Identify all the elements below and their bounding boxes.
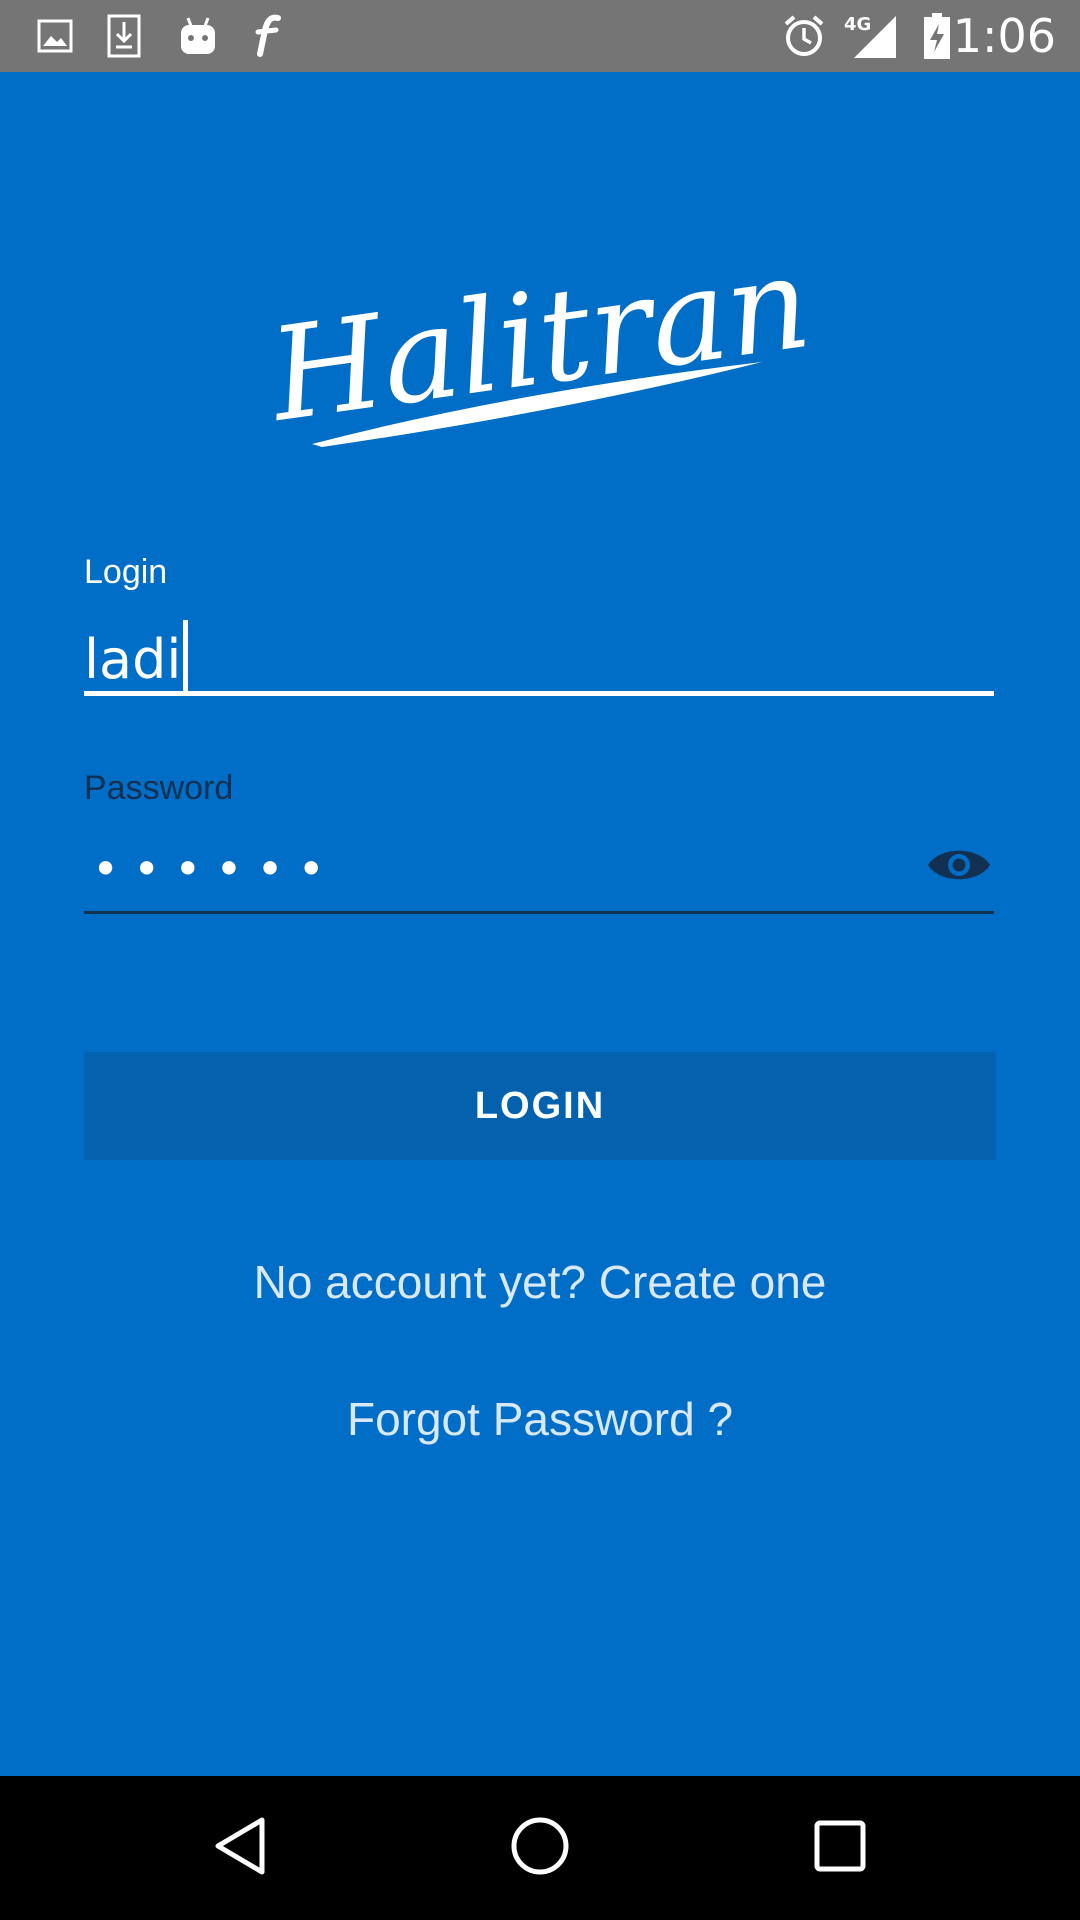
alarm-icon (780, 12, 828, 60)
text-caret (183, 620, 189, 692)
recents-icon (814, 1820, 866, 1877)
password-label: Password (84, 769, 234, 807)
back-button[interactable] (180, 1776, 300, 1920)
password-value: •••••• (92, 842, 339, 896)
home-button[interactable] (480, 1776, 600, 1920)
gallery-icon (34, 12, 76, 60)
signal-4g-icon: 4G (842, 12, 898, 60)
font-f-icon (246, 12, 290, 60)
svg-text:4G: 4G (844, 14, 871, 35)
login-input[interactable]: ladi (84, 610, 994, 696)
battery-charging-icon (920, 12, 954, 60)
password-input[interactable]: •••••• (84, 830, 994, 914)
home-icon (510, 1816, 570, 1881)
eye-icon[interactable] (926, 842, 992, 888)
login-button[interactable]: LOGIN (84, 1052, 996, 1160)
forgot-password-link[interactable]: Forgot Password ? (0, 1392, 1080, 1446)
create-account-link[interactable]: No account yet? Create one (0, 1255, 1080, 1309)
app-logo: Halitran (260, 228, 822, 462)
navigation-bar (0, 1776, 1080, 1920)
logo-text: Halitran (262, 232, 819, 451)
login-value: ladi (84, 628, 182, 691)
status-time: 1:06 (952, 9, 1056, 63)
recents-button[interactable] (780, 1776, 900, 1920)
android-icon (176, 12, 220, 60)
download-icon (104, 12, 144, 60)
status-bar: 4G 1:06 (0, 0, 1080, 72)
back-icon (212, 1816, 268, 1881)
login-label: Login (84, 553, 168, 591)
